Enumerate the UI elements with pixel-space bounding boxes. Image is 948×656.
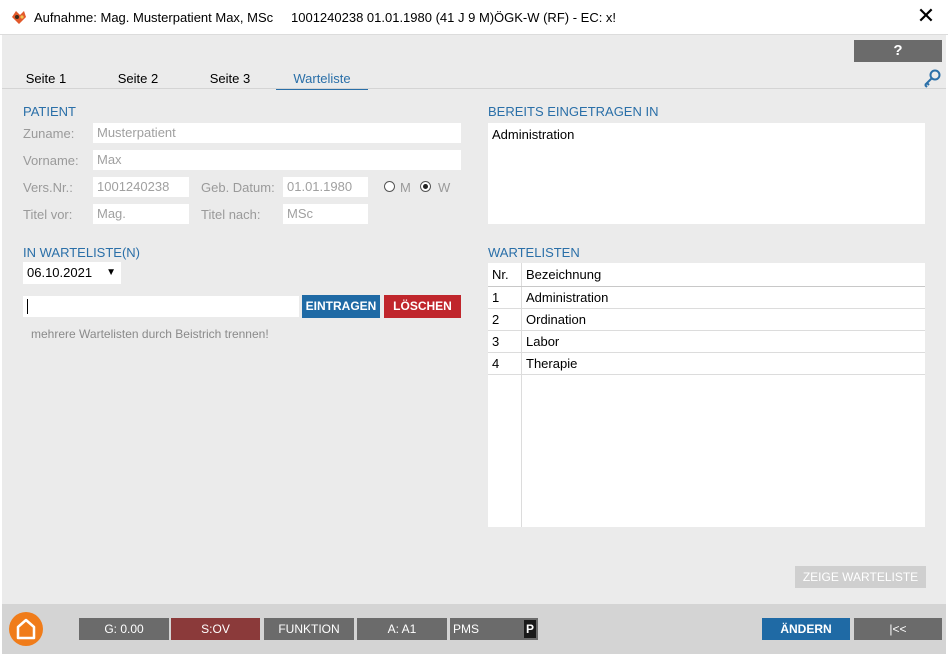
gender-w-radio[interactable] [420, 181, 431, 192]
versnr-label: Vers.Nr.: [23, 180, 73, 195]
table-header-row: Nr. Bezeichnung [488, 263, 925, 287]
list-item[interactable]: Administration [492, 127, 574, 142]
pms-label: PMS [453, 622, 480, 636]
titel-vor-field[interactable]: Mag. [93, 204, 189, 224]
hint-text: mehrere Wartelisten durch Beistrich tren… [31, 327, 269, 341]
row-nr: 1 [488, 286, 522, 309]
date-value: 06.10.2021 [27, 265, 93, 280]
s-button[interactable]: S:OV [171, 618, 260, 640]
table-row[interactable]: 3 Labor [488, 330, 925, 353]
row-name: Ordination [521, 308, 925, 331]
insurance-info: ÖGK-W (RF) - EC: x! [494, 10, 617, 25]
in-warteliste-heading: IN WARTELISTE(N) [23, 245, 141, 260]
zuname-label: Zuname: [23, 126, 75, 141]
title-bar: Aufnahme: Mag. Musterpatient Max, MSc 10… [0, 0, 948, 35]
bereits-list: Administration [488, 123, 925, 224]
pms-button[interactable]: PMS P [450, 618, 538, 640]
funktion-button[interactable]: FUNKTION [264, 618, 354, 640]
key-icon[interactable] [922, 68, 942, 88]
versnr-field[interactable]: 1001240238 [93, 177, 189, 197]
table-row[interactable]: 2 Ordination [488, 308, 925, 331]
app-logo-icon [12, 11, 26, 24]
gender-m-label: M [400, 180, 411, 195]
loeschen-button[interactable]: LÖSCHEN [384, 295, 461, 318]
g-button[interactable]: G: 0.00 [79, 618, 169, 640]
warteliste-input[interactable] [23, 296, 299, 317]
table-row[interactable]: 1 Administration [488, 286, 925, 309]
p-indicator: P [524, 620, 536, 638]
tabs-divider [2, 88, 946, 89]
col-nr-header[interactable]: Nr. [488, 263, 522, 287]
aendern-button[interactable]: ÄNDERN [762, 618, 850, 640]
zeige-warteliste-button[interactable]: ZEIGE WARTELISTE [795, 566, 926, 588]
titel-vor-label: Titel vor: [23, 207, 73, 222]
row-nr: 3 [488, 330, 522, 353]
bereits-heading: BEREITS EINGETRAGEN IN [488, 104, 659, 119]
chevron-down-icon: ▼ [106, 267, 116, 278]
eintragen-button[interactable]: EINTRAGEN [302, 295, 380, 318]
patient-info: 1001240238 01.01.1980 (41 J 9 M) [291, 10, 495, 25]
home-icon[interactable] [8, 611, 44, 647]
row-nr: 2 [488, 308, 522, 331]
window-title: Aufnahme: Mag. Musterpatient Max, MSc [34, 10, 274, 25]
date-select[interactable]: 06.10.2021 ▼ [23, 262, 121, 284]
help-button[interactable]: ? [854, 40, 942, 62]
titel-nach-field[interactable]: MSc [283, 204, 368, 224]
tab-seite-1[interactable]: Seite 1 [24, 71, 68, 89]
status-bar: G: 0.00 S:OV FUNKTION A: A1 PMS P ÄNDERN… [2, 604, 946, 654]
row-name: Labor [521, 330, 925, 353]
main-window: ? Seite 1 Seite 2 Seite 3 Warteliste PAT… [2, 35, 946, 654]
gebdatum-field[interactable]: 01.01.1980 [283, 177, 368, 197]
wartelisten-heading: WARTELISTEN [488, 245, 580, 260]
gender-m-radio[interactable] [384, 181, 395, 192]
row-name: Administration [521, 286, 925, 309]
row-nr: 4 [488, 352, 522, 375]
vorname-label: Vorname: [23, 153, 79, 168]
titel-nach-label: Titel nach: [201, 207, 261, 222]
zuname-field[interactable]: Musterpatient [93, 123, 461, 143]
table-row[interactable]: 4 Therapie [488, 352, 925, 375]
vorname-field[interactable]: Max [93, 150, 461, 170]
tab-seite-2[interactable]: Seite 2 [116, 71, 160, 89]
wartelisten-table: Nr. Bezeichnung 1 Administration 2 Ordin… [488, 263, 925, 527]
patient-heading: PATIENT [23, 104, 76, 119]
text-cursor [27, 299, 28, 314]
close-icon[interactable]: ✕ [914, 4, 938, 28]
gender-w-label: W [438, 180, 451, 195]
gebdatum-label: Geb. Datum: [201, 180, 275, 195]
tab-seite-3[interactable]: Seite 3 [208, 71, 252, 89]
col-bezeichnung-header[interactable]: Bezeichnung [521, 263, 925, 287]
a-button[interactable]: A: A1 [357, 618, 447, 640]
row-name: Therapie [521, 352, 925, 375]
first-record-button[interactable]: |<< [854, 618, 942, 640]
